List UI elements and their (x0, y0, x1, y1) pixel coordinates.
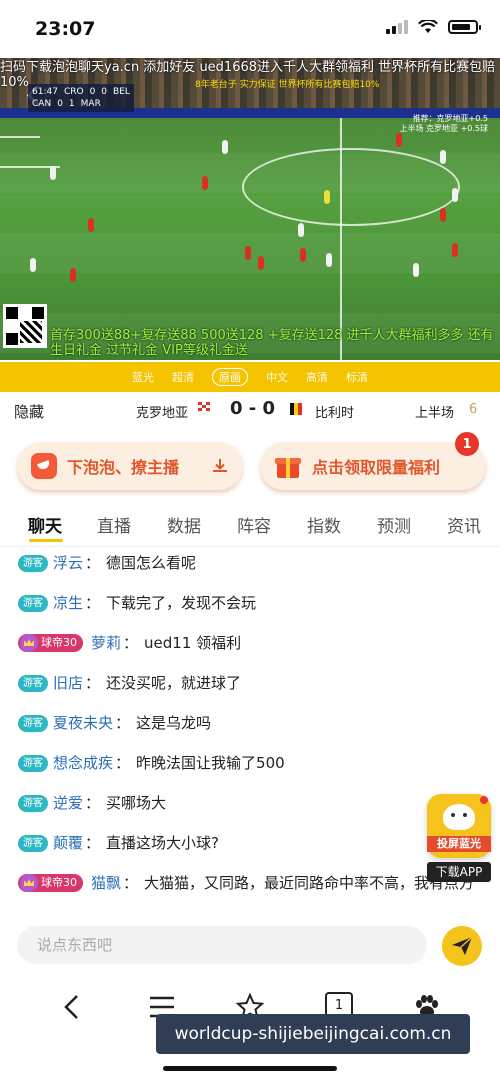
chat-text: 直播这场大小球? (106, 834, 219, 852)
send-icon (452, 936, 473, 955)
back-icon[interactable] (58, 992, 88, 1022)
tab-index[interactable]: 指数 (307, 512, 341, 537)
chat-message: 游客 夏夜未央： 这是乌龙吗 (18, 712, 484, 734)
tab-news[interactable]: 资讯 (447, 512, 481, 537)
chat-message: 游客 浮云： 德国怎么看呢 (18, 552, 484, 574)
chat-username[interactable]: 凉生 (53, 592, 83, 614)
tab-lineup[interactable]: 阵容 (237, 512, 271, 537)
guest-badge: 游客 (18, 795, 48, 812)
vip-badge: 球帝30 (18, 634, 83, 652)
chat-bubble-icon (31, 453, 57, 479)
claim-bonus-button[interactable]: 点击领取限量福利 (260, 442, 486, 490)
download-chat-label: 下泡泡、撩主播 (67, 458, 180, 477)
guest-badge: 游客 (18, 835, 48, 852)
belgium-flag-icon (290, 403, 302, 415)
tab-prediction[interactable]: 预测 (377, 512, 411, 537)
chat-username[interactable]: 逆爱 (53, 792, 83, 814)
crown-icon (20, 634, 38, 652)
cat-mascot-icon (443, 804, 475, 830)
video-promo-right: 推荐：克罗地亚+0.5 上半场 克罗地亚 +0.5球 (399, 114, 488, 133)
hide-button[interactable]: 隐藏 (14, 401, 44, 422)
match-scoreboard: 61:47 CRO 0 0 BEL CAN 0 1 MAR (28, 84, 134, 112)
chat-text: 大猫猫，又同路，最近同路命中率不高，我有点方 (144, 874, 475, 892)
quality-option[interactable]: 蓝光 (132, 369, 154, 385)
wifi-icon (418, 20, 438, 33)
chat-message: 游客 颠覆： 直播这场大小球? (18, 832, 484, 854)
send-button[interactable] (442, 926, 482, 966)
quality-option[interactable]: 超清 (172, 369, 194, 385)
divider (0, 546, 500, 547)
croatia-flag-icon (198, 402, 210, 415)
gift-icon (274, 452, 302, 480)
chat-input-row (0, 918, 500, 974)
home-indicator[interactable] (163, 1066, 337, 1071)
chat-username[interactable]: 浮云 (53, 552, 83, 574)
download-chat-button[interactable]: 下泡泡、撩主播 (17, 442, 243, 490)
tab-chat[interactable]: 聊天 (28, 512, 62, 537)
match-tabs: 聊天 直播 数据 阵容 指数 预测 资讯 (0, 512, 500, 542)
notification-badge: 1 (455, 432, 479, 456)
chat-text: 这是乌龙吗 (136, 714, 212, 732)
video-player[interactable]: 扫码下载泡泡聊天ya.cn 添加好友 ued1668进入千人大群领福利 世界杯所… (0, 58, 500, 360)
chat-message: 球帝30 萝莉： ued11 领福利 (18, 632, 484, 654)
quality-option[interactable]: 高清 (306, 369, 328, 385)
battery-icon (448, 20, 481, 34)
chat-username[interactable]: 旧店 (53, 672, 83, 694)
status-icons (386, 20, 481, 34)
cellular-signal-icon (386, 20, 408, 34)
chat-message: 游客 逆爱： 买哪场大 (18, 792, 484, 814)
chat-message: 游客 旧店： 还没买呢，就进球了 (18, 672, 484, 694)
status-bar: 23:07 (0, 0, 500, 58)
download-icon (213, 459, 227, 472)
qr-code (3, 304, 47, 348)
chat-username[interactable]: 猫飘 (91, 872, 121, 894)
red-dot-indicator (480, 796, 488, 804)
vip-badge: 球帝30 (18, 874, 83, 892)
chat-message: 球帝30 猫飘： 大猫猫，又同路，最近同路命中率不高，我有点方 (18, 872, 484, 894)
match-period-num: 6 (469, 402, 478, 417)
quality-option-active[interactable]: 原画 (212, 368, 248, 386)
quality-option[interactable]: 中文 (266, 369, 288, 385)
center-circle (242, 148, 460, 226)
match-period: 上半场 (415, 406, 455, 421)
quality-option[interactable]: 标清 (346, 369, 368, 385)
match-info-row: 隐藏 克罗地亚 0 - 0 比利时 上半场 6 (0, 392, 500, 426)
tab-live[interactable]: 直播 (97, 512, 131, 537)
team-home: 克罗地亚 (136, 406, 189, 421)
chat-text: 买哪场大 (106, 794, 167, 812)
video-promo: 8年老台子 实力保证 世界杯所有比赛包赔10% (195, 80, 380, 90)
match-score: 0 - 0 (230, 398, 276, 419)
tab-data[interactable]: 数据 (167, 512, 201, 537)
team-away: 比利时 (315, 406, 355, 421)
active-tab-indicator (29, 539, 63, 542)
chat-message: 游客 想念成疾： 昨晚法国让我输了500 (18, 752, 484, 774)
chat-list[interactable]: 游客 浮云： 德国怎么看呢 游客 凉生： 下载完了，发现不会玩 球帝30 萝莉：… (0, 552, 500, 912)
download-app-button[interactable]: 下载APP (427, 862, 491, 882)
chat-username[interactable]: 想念成疾 (53, 752, 113, 774)
cast-label: 投屏蓝光 (427, 836, 491, 852)
status-time: 23:07 (35, 18, 96, 40)
guest-badge: 游客 (18, 555, 48, 572)
guest-badge: 游客 (18, 675, 48, 692)
chat-text: 还没买呢，就进球了 (106, 674, 242, 692)
chat-input[interactable] (17, 926, 427, 964)
site-watermark: worldcup-shijiebeijingcai.com.cn (156, 1014, 470, 1054)
chat-username[interactable]: 颠覆 (53, 832, 83, 854)
chat-username[interactable]: 萝莉 (91, 632, 121, 654)
chat-message: 游客 凉生： 下载完了，发现不会玩 (18, 592, 484, 614)
guest-badge: 游客 (18, 755, 48, 772)
video-ad-bottom: 首存300送88+复存送88 500送128 +复存送128 进千人大群福利多多… (50, 328, 494, 358)
guest-badge: 游客 (18, 595, 48, 612)
chat-text: ued11 领福利 (144, 634, 242, 652)
chat-text: 德国怎么看呢 (106, 554, 197, 572)
guest-badge: 游客 (18, 715, 48, 732)
crown-icon (20, 874, 38, 892)
chat-username[interactable]: 夏夜未央 (53, 712, 113, 734)
chat-text: 下载完了，发现不会玩 (106, 594, 257, 612)
chat-text: 昨晚法国让我输了500 (136, 754, 285, 772)
claim-bonus-label: 点击领取限量福利 (312, 458, 441, 477)
quality-selector: 蓝光 超清 原画 中文 高清 标清 (0, 362, 500, 392)
